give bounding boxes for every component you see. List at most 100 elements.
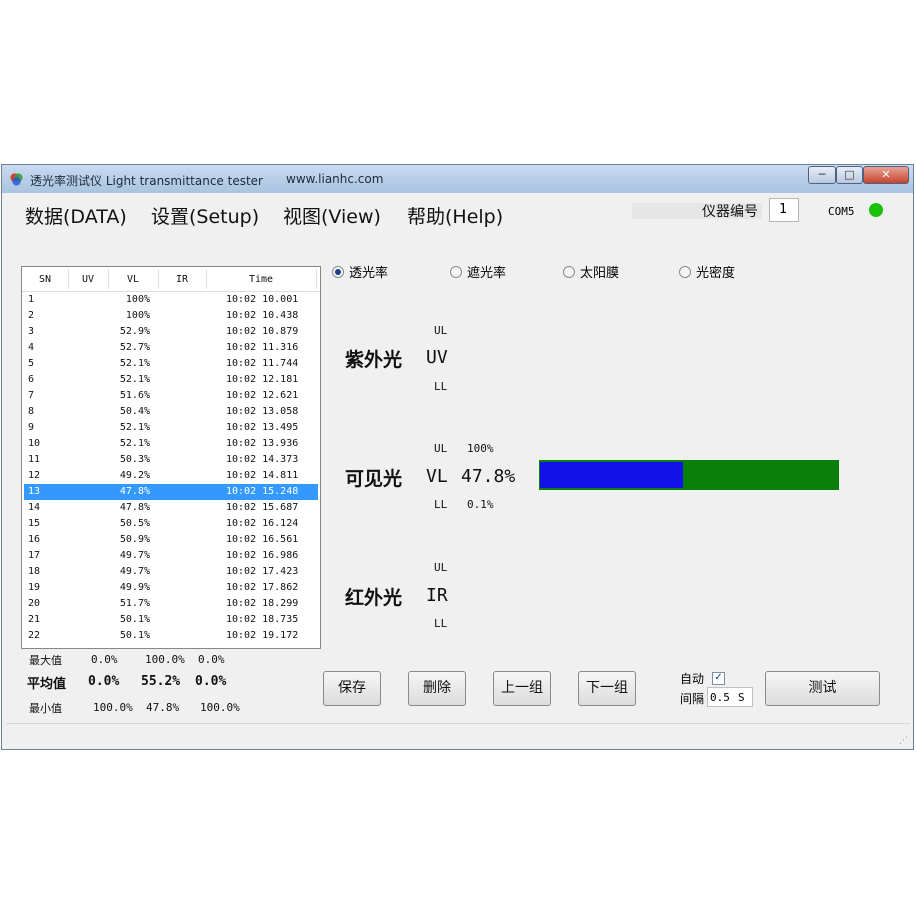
- table-row[interactable]: 14 47.8% 10:02 15.687: [24, 500, 318, 516]
- save-button[interactable]: 保存: [323, 671, 381, 706]
- auto-checkbox[interactable]: ✓: [712, 672, 725, 685]
- col-header-ir[interactable]: IR: [158, 274, 206, 285]
- table-row[interactable]: 8 50.4% 10:02 13.058: [24, 404, 318, 420]
- stat-max-uv: 0.0%: [91, 653, 118, 666]
- table-row[interactable]: 16 50.9% 10:02 16.561: [24, 532, 318, 548]
- vl-ll-value: 0.1%: [467, 498, 494, 511]
- cell-sn: 18: [28, 566, 41, 577]
- mode-radio-optical-density[interactable]: 光密度: [679, 262, 735, 281]
- table-row[interactable]: 18 49.7% 10:02 17.423: [24, 564, 318, 580]
- window-title: 透光率测试仪 Light transmittance tester: [30, 174, 263, 188]
- minimize-button[interactable]: ─: [808, 166, 836, 184]
- cell-vl: 52.7%: [119, 342, 150, 353]
- table-row[interactable]: 10 52.1% 10:02 13.936: [24, 436, 318, 452]
- menu-bar: 数据(DATA) 设置(Setup) 视图(View) 帮助(Help) 仪器编…: [2, 193, 913, 231]
- vl-ll-label: LL: [434, 498, 448, 511]
- vl-name: 可见光: [345, 468, 403, 490]
- cell-time: 10:02 13.058: [226, 406, 299, 417]
- vl-ul-label: UL: [434, 442, 448, 455]
- cell-vl: 47.8%: [119, 486, 150, 497]
- table-row[interactable]: 5 52.1% 10:02 11.744: [24, 356, 318, 372]
- vl-ul-value: 100%: [467, 442, 494, 455]
- col-header-time[interactable]: Time: [206, 274, 316, 285]
- cell-vl: 100%: [125, 310, 150, 321]
- ir-name: 红外光: [345, 587, 403, 609]
- cell-time: 10:02 15.248: [226, 486, 299, 497]
- menu-help[interactable]: 帮助(Help): [407, 202, 503, 229]
- cell-time: 10:02 15.687: [226, 502, 299, 513]
- table-row[interactable]: 22 50.1% 10:02 19.172: [24, 628, 318, 644]
- table-row[interactable]: 12 49.2% 10:02 14.811: [24, 468, 318, 484]
- table-row[interactable]: 4 52.7% 10:02 11.316: [24, 340, 318, 356]
- delete-button[interactable]: 删除: [408, 671, 466, 706]
- maximize-button[interactable]: □: [836, 166, 863, 184]
- vl-value: 47.8%: [461, 466, 516, 487]
- table-row[interactable]: 20 51.7% 10:02 18.299: [24, 596, 318, 612]
- next-group-button[interactable]: 下一组: [578, 671, 636, 706]
- cell-sn: 5: [28, 358, 35, 369]
- cell-sn: 11: [28, 454, 41, 465]
- resize-grip-icon[interactable]: ⋰: [899, 736, 908, 746]
- device-number-label-box: 仪器编号: [632, 203, 762, 220]
- prev-group-button[interactable]: 上一组: [493, 671, 551, 706]
- data-table[interactable]: SN UV VL IR Time 1 100% 10:02 10.001 2 100% 1…: [21, 266, 321, 649]
- cell-time: 10:02 18.735: [226, 614, 299, 625]
- cell-time: 10:02 12.181: [226, 374, 299, 385]
- table-row[interactable]: 15 50.5% 10:02 16.124: [24, 516, 318, 532]
- col-header-uv[interactable]: UV: [68, 274, 108, 285]
- device-number-field[interactable]: 1: [769, 198, 799, 222]
- table-row[interactable]: 17 49.7% 10:02 16.986: [24, 548, 318, 564]
- cell-sn: 7: [28, 390, 35, 401]
- cell-time: 10:02 16.986: [226, 550, 299, 561]
- cell-time: 10:02 11.316: [226, 342, 299, 353]
- table-row[interactable]: 19 49.9% 10:02 17.862: [24, 580, 318, 596]
- table-row[interactable]: 21 50.1% 10:02 18.735: [24, 612, 318, 628]
- table-row[interactable]: 1 100% 10:02 10.001: [24, 292, 318, 308]
- menu-data[interactable]: 数据(DATA): [25, 202, 127, 229]
- stat-avg-vl: 55.2%: [141, 674, 181, 689]
- device-number-label: 仪器编号: [702, 204, 758, 220]
- vl-progress-fill: [540, 462, 684, 488]
- cell-sn: 20: [28, 598, 41, 609]
- col-header-vl[interactable]: VL: [108, 274, 158, 285]
- cell-sn: 6: [28, 374, 35, 385]
- table-row[interactable]: 7 51.6% 10:02 12.621: [24, 388, 318, 404]
- table-row[interactable]: 3 52.9% 10:02 10.879: [24, 324, 318, 340]
- table-row[interactable]: 2 100% 10:02 10.438: [24, 308, 318, 324]
- vl-progress-bar: [539, 460, 839, 490]
- vl-code: VL: [426, 466, 448, 487]
- radio-dot-icon: [332, 266, 344, 278]
- cell-vl: 52.1%: [119, 438, 150, 449]
- test-button[interactable]: 测试: [765, 671, 880, 706]
- menu-view[interactable]: 视图(View): [283, 202, 381, 229]
- stat-max-row: 最大值 0.0% 100.0% 0.0%: [29, 652, 225, 668]
- cell-vl: 50.9%: [119, 534, 150, 545]
- stat-avg-row: 平均值 0.0% 55.2% 0.0%: [27, 673, 226, 692]
- mode-radio-transmittance[interactable]: 透光率: [332, 262, 388, 281]
- cell-time: 10:02 10.001: [226, 294, 299, 305]
- table-row[interactable]: 11 50.3% 10:02 14.373: [24, 452, 318, 468]
- mode-radio-shading[interactable]: 遮光率: [450, 262, 506, 281]
- col-header-sn[interactable]: SN: [22, 274, 68, 285]
- interval-unit: S: [738, 691, 745, 704]
- interval-field[interactable]: 0.5 S: [707, 687, 753, 707]
- menu-setup[interactable]: 设置(Setup): [151, 202, 259, 229]
- table-header: SN UV VL IR Time: [22, 267, 320, 292]
- cell-vl: 49.9%: [119, 582, 150, 593]
- cell-time: 10:02 13.936: [226, 438, 299, 449]
- auto-label: 自动: [680, 672, 705, 686]
- cell-vl: 49.7%: [119, 566, 150, 577]
- cell-time: 10:02 13.495: [226, 422, 299, 433]
- cell-time: 10:02 11.744: [226, 358, 299, 369]
- close-button[interactable]: ✕: [863, 166, 909, 184]
- cell-sn: 17: [28, 550, 41, 561]
- stat-min-label: 最小值: [29, 702, 62, 715]
- cell-vl: 49.2%: [119, 470, 150, 481]
- stat-min-ir: 100.0%: [200, 701, 240, 714]
- cell-time: 10:02 19.172: [226, 630, 299, 641]
- cell-time: 10:02 18.299: [226, 598, 299, 609]
- table-row[interactable]: 9 52.1% 10:02 13.495: [24, 420, 318, 436]
- mode-radio-solar-film[interactable]: 太阳膜: [563, 262, 619, 281]
- table-row[interactable]: 6 52.1% 10:02 12.181: [24, 372, 318, 388]
- table-row[interactable]: 13 47.8% 10:02 15.248: [24, 484, 318, 500]
